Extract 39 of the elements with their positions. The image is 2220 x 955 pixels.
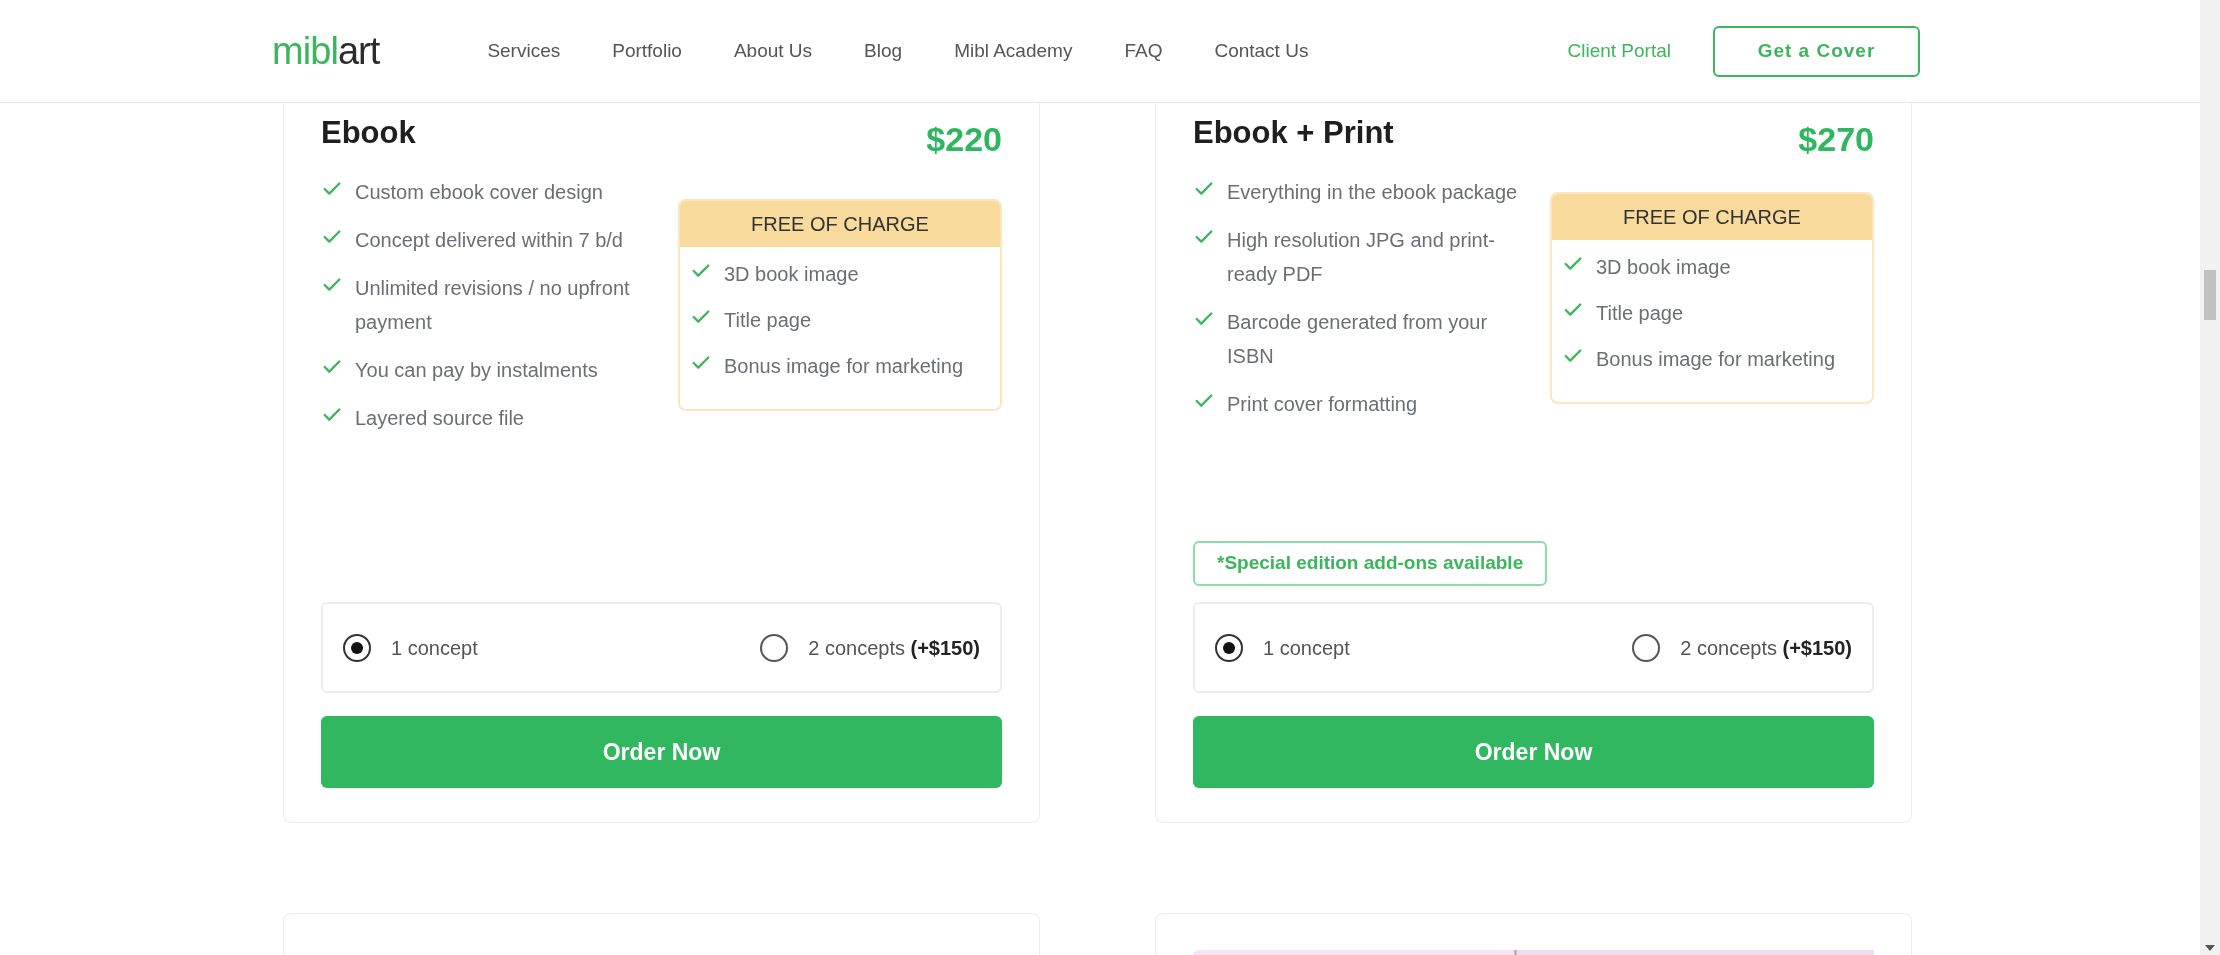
radio-icon	[343, 633, 371, 662]
free-box-title: FREE OF CHARGE	[680, 201, 1000, 247]
radio-icon	[760, 633, 789, 662]
free-item-text: 3D book image	[1596, 255, 1731, 280]
concept-radio[interactable]: 2 concepts (+$150)	[1632, 632, 1852, 663]
free-item-text: 3D book image	[724, 262, 859, 287]
plan-price: $220	[926, 119, 1002, 160]
scrollbar[interactable]	[2200, 0, 2220, 955]
free-item-text: Title page	[1596, 301, 1684, 326]
plan-title: Ebook + Print	[1193, 114, 1394, 152]
free-item-text: Bonus image for marketing	[724, 354, 963, 379]
nav-link[interactable]: Mibl Academy	[954, 36, 1073, 66]
feature-text: Layered source file	[355, 406, 525, 431]
feature-text: Unlimited revisions / no upfront payment	[355, 276, 631, 335]
free-box-title: FREE OF CHARGE	[1552, 194, 1872, 240]
free-item-text: Bonus image for marketing	[1596, 347, 1835, 372]
feature-text: High resolution JPG and print-ready PDF	[1227, 228, 1496, 287]
nav-link[interactable]: FAQ	[1124, 36, 1163, 66]
feature-text: Custom ebook cover design	[355, 180, 604, 205]
nav-link[interactable]: About Us	[733, 36, 813, 66]
feature-text: Print cover formatting	[1227, 392, 1419, 417]
concept-radio[interactable]: 1 concept	[1215, 632, 1350, 663]
nav-link[interactable]: Services	[487, 36, 561, 66]
logo[interactable]: miblart	[272, 22, 380, 80]
feature-text: Everything in the ebook package	[1227, 180, 1519, 205]
concept-radio[interactable]: 2 concepts (+$150)	[760, 632, 980, 663]
feature-text: Barcode generated from your ISBN	[1227, 310, 1489, 369]
plan-title: Ebook	[321, 114, 416, 152]
addons-tag: *Special edition add-ons available	[1193, 541, 1548, 586]
radio-icon	[1215, 633, 1243, 662]
nav-link[interactable]: Portfolio	[612, 36, 682, 66]
concept-radio[interactable]: 1 concept	[343, 632, 478, 663]
feature-text: You can pay by instalments	[355, 358, 599, 383]
feature-text: Concept delivered within 7 b/d	[355, 228, 624, 253]
free-item-text: Title page	[724, 308, 812, 333]
nav-link[interactable]: Contact Us	[1214, 36, 1309, 66]
plan-price: $270	[1798, 119, 1874, 160]
nav-link[interactable]: Blog	[864, 36, 903, 66]
radio-icon	[1632, 633, 1661, 662]
